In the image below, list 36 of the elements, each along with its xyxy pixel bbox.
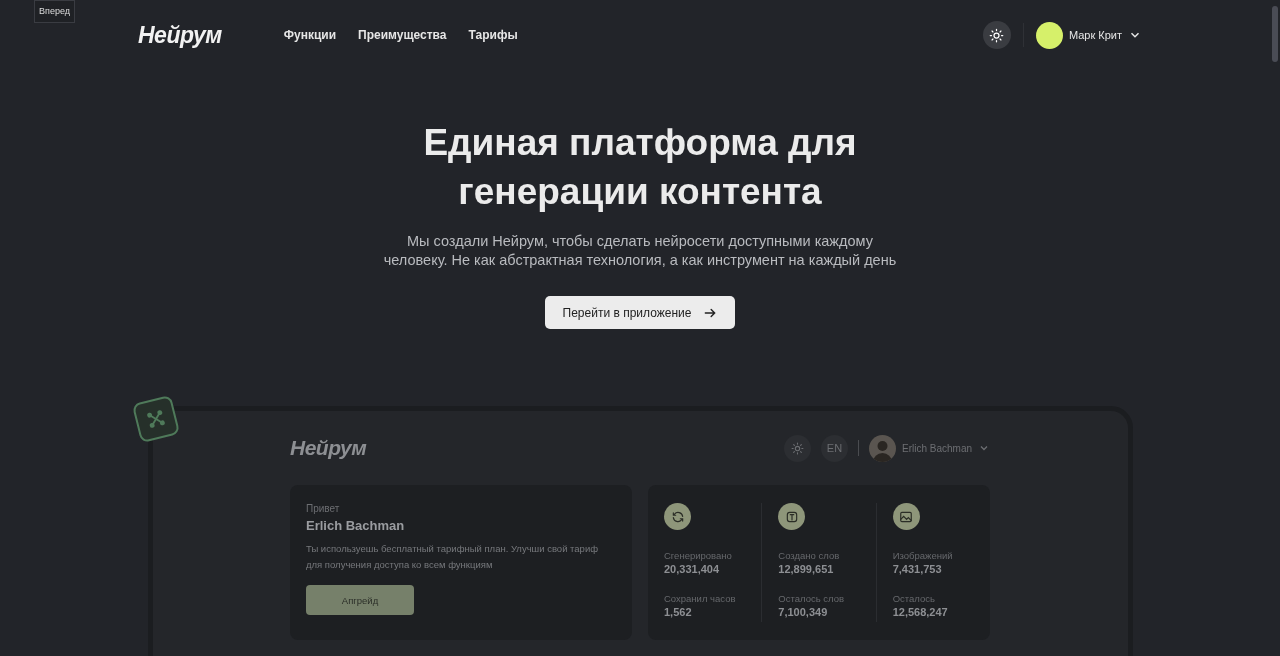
plan-description: Ты используешь бесплатный тарифный план. Улучши свой тариф для получения доступа ко всем функциям — [306, 542, 600, 572]
sun-icon — [790, 441, 804, 455]
stat-value: 20,331,404 — [664, 563, 721, 575]
stat-label: Осталось слов — [778, 593, 845, 604]
theme-toggle-button[interactable] — [982, 21, 1011, 49]
stat-label: Изображений — [892, 550, 954, 561]
nodes-icon — [144, 408, 167, 430]
stat-label: Осталось — [892, 593, 936, 604]
refresh-icon — [670, 509, 685, 524]
user-menu[interactable]: Марк Крит — [1035, 21, 1142, 49]
stat-value: 12,899,651 — [778, 563, 835, 575]
nav-link[interactable]: Тарифы — [468, 28, 518, 42]
stat-value: 12,568,247 — [892, 606, 949, 618]
stat-value: 7,100,349 — [778, 606, 829, 618]
logo[interactable]: Нейрум — [138, 21, 222, 49]
stat-value: 1,562 — [664, 606, 693, 618]
stat-value: 7,431,753 — [892, 563, 943, 575]
theme-toggle-button[interactable] — [783, 434, 811, 462]
preview-logo: Нейрум — [290, 436, 367, 460]
stat-label: Сгенерировано — [664, 550, 733, 561]
avatar — [868, 434, 896, 462]
hero-subtitle: Мы создали Нейрум, чтобы сделать нейросети доступными каждому человеку. Не как абстрактная технология, а как инструмент на каждый день — [382, 232, 898, 270]
image-icon — [899, 509, 914, 524]
stat-label: Сохранил часов — [664, 593, 737, 604]
open-app-button[interactable]: Перейти в приложение — [544, 296, 736, 329]
greeting-label: Привет — [306, 503, 341, 514]
tooltip: Вперед — [34, 0, 75, 23]
sun-icon — [989, 27, 1005, 43]
hero-title: Единая платформа для генерации контента — [423, 121, 857, 214]
nav-link[interactable]: Функции — [283, 28, 337, 42]
avatar — [1035, 21, 1063, 49]
stat-label: Создано слов — [778, 550, 841, 561]
scrollbar-thumb[interactable] — [1272, 6, 1278, 62]
text-icon — [784, 509, 799, 524]
nav-link[interactable]: Преимущества — [358, 28, 447, 42]
user-name: Erlich Bachman — [306, 518, 406, 533]
